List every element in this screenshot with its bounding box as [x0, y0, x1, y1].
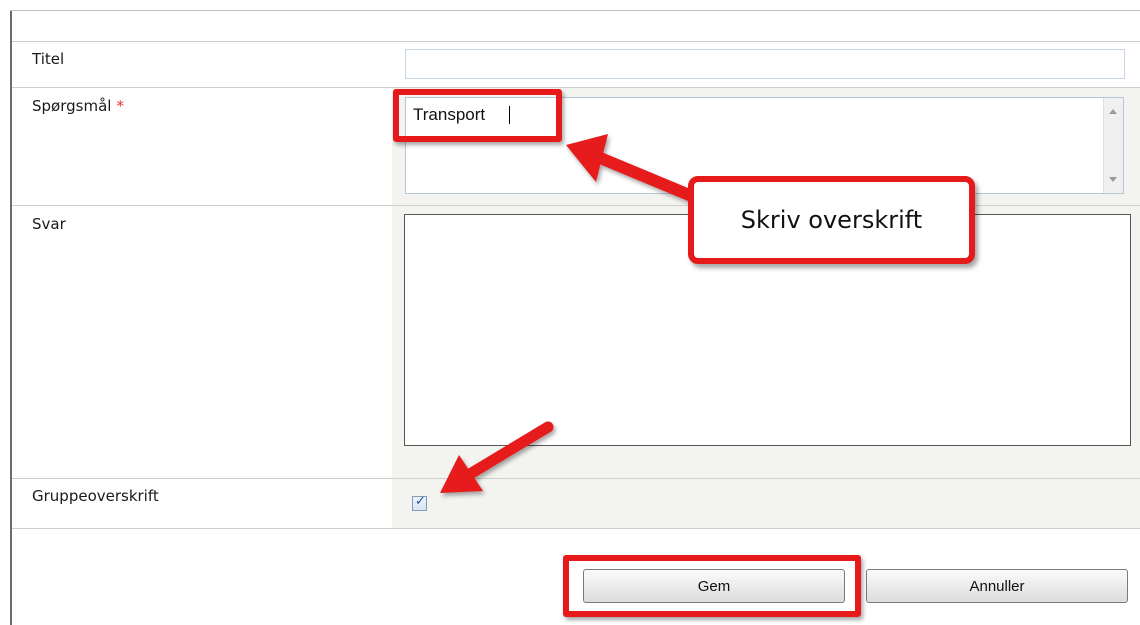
callout-text: Skriv overskrift [740, 206, 923, 234]
arrow-to-checkbox-icon [440, 421, 554, 493]
question-highlight-box [393, 89, 562, 142]
save-highlight-box [563, 555, 861, 617]
annotation-callout: Skriv overskrift [688, 176, 975, 264]
annotation-arrows [440, 134, 700, 493]
arrow-to-question-icon [566, 134, 700, 203]
